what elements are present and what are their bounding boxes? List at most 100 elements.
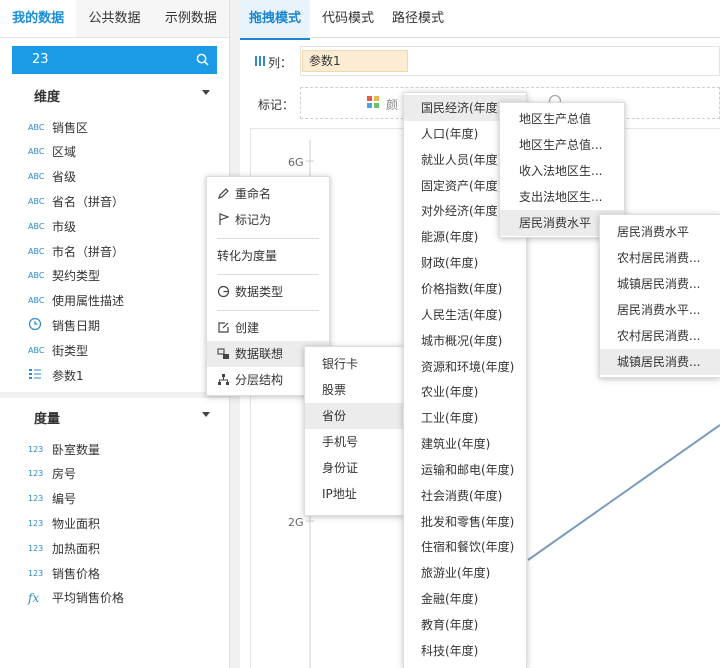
color-mark-label: 颜 — [386, 98, 399, 112]
search-icon[interactable] — [196, 53, 209, 66]
association-menu-item[interactable]: 手机号 — [305, 429, 403, 455]
association-menu-item[interactable]: 省份 — [305, 403, 403, 429]
numeric-type-icon: 123 — [28, 494, 44, 504]
string-type-icon: ABC — [28, 172, 45, 182]
field-item[interactable]: ABC 销售区 — [28, 117, 88, 137]
association-menu-item[interactable]: 身份证 — [305, 455, 403, 481]
field-item[interactable]: 123 加热面积 — [28, 538, 100, 558]
statistics-menu-item[interactable]: 农业(年度) — [404, 379, 526, 405]
string-type-icon: ABC — [28, 122, 45, 132]
tab-public-data[interactable]: 公共数据 — [76, 0, 153, 37]
field-label: 市级 — [52, 219, 77, 234]
numeric-type-icon: 123 — [28, 469, 44, 479]
statistics-menu-item[interactable]: 教育(年度) — [404, 612, 526, 638]
statistics-menu-item[interactable]: 人民生活(年度) — [404, 302, 526, 328]
statistics-menu-item[interactable]: 运输和邮电(年度) — [404, 457, 526, 483]
tab-sample-data[interactable]: 示例数据 — [152, 0, 229, 37]
field-item[interactable]: fx 平均销售价格 — [28, 588, 124, 608]
association-menu-item[interactable]: 股票 — [305, 377, 403, 403]
field-item[interactable]: ABC 市名（拼音） — [28, 241, 124, 261]
field-item[interactable]: ABC 区域 — [28, 142, 76, 162]
menu-mark-as[interactable]: 标记为 — [207, 207, 329, 233]
numeric-type-icon: 123 — [28, 568, 44, 578]
field-item[interactable]: ABC 省级 — [28, 167, 76, 187]
association-menu-item[interactable]: IP地址 — [305, 481, 403, 507]
menu-data-type[interactable]: 数据类型 — [207, 279, 329, 305]
columns-field-chip[interactable]: 参数1 — [302, 50, 408, 72]
statistics-menu-item[interactable]: 批发和零售(年度) — [404, 509, 526, 535]
menu-convert-to-measure[interactable]: 转化为度量 — [207, 243, 329, 269]
economy-menu-item[interactable]: 地区生产总值... — [500, 132, 624, 158]
tab-drag-mode[interactable]: 拖拽模式 — [240, 0, 311, 40]
parameter-type-icon — [29, 369, 41, 379]
statistics-menu-item[interactable]: 财政(年度) — [404, 250, 526, 276]
consumption-menu-item[interactable]: 城镇居民消费... — [600, 349, 720, 375]
field-item[interactable]: 123 房号 — [28, 464, 76, 484]
economy-menu-item[interactable]: 地区生产总值 — [500, 106, 624, 132]
consumption-menu-item[interactable]: 城镇居民消费... — [600, 271, 720, 297]
section-divider — [0, 392, 229, 398]
string-type-icon: ABC — [28, 271, 45, 281]
statistics-menu-item[interactable]: 旅游业(年度) — [404, 560, 526, 586]
numeric-type-icon: 123 — [28, 518, 44, 528]
statistics-menu-item[interactable]: 价格指数(年度) — [404, 276, 526, 302]
field-label: 平均销售价格 — [52, 591, 125, 606]
consumption-menu-item[interactable]: 农村居民消费... — [600, 245, 720, 271]
data-source-tabs: 我的数据 公共数据 示例数据 — [0, 0, 229, 38]
statistics-menu-item[interactable]: 社会消费(年度) — [404, 483, 526, 509]
field-label: 街类型 — [52, 343, 89, 358]
statistics-menu-item[interactable]: 资源和环境(年度) — [404, 354, 526, 380]
field-label: 销售区 — [52, 120, 89, 135]
menu-separator — [217, 310, 319, 311]
statistics-menu-item[interactable]: 建筑业(年度) — [404, 431, 526, 457]
tab-my-data[interactable]: 我的数据 — [0, 0, 77, 37]
field-label: 省名（拼音） — [52, 194, 125, 209]
dimension-collapse-icon[interactable] — [202, 90, 210, 95]
field-item[interactable]: 123 销售价格 — [28, 563, 100, 583]
numeric-type-icon: 123 — [28, 444, 44, 454]
field-item[interactable]: ABC 街类型 — [28, 340, 88, 360]
field-label: 房号 — [52, 467, 77, 482]
string-type-icon: ABC — [28, 246, 45, 256]
field-item[interactable]: 123 物业面积 — [28, 513, 100, 533]
field-label: 省级 — [52, 170, 77, 185]
field-label: 物业面积 — [52, 516, 101, 531]
field-label: 参数1 — [52, 368, 84, 383]
menu-separator — [217, 274, 319, 275]
field-item[interactable]: 123 编号 — [28, 489, 76, 509]
color-icon[interactable] — [367, 96, 379, 108]
flag-icon — [219, 213, 230, 225]
consumption-menu-item[interactable]: 农村居民消费... — [600, 323, 720, 349]
field-item[interactable]: 123 卧室数量 — [28, 439, 100, 459]
field-label: 区域 — [52, 145, 77, 160]
statistics-menu-item[interactable]: 金融(年度) — [404, 586, 526, 612]
menu-create[interactable]: 创建 — [207, 315, 329, 341]
statistics-menu-item[interactable]: 城市概况(年度) — [404, 328, 526, 354]
statistics-menu-item[interactable]: 工业(年度) — [404, 405, 526, 431]
field-item[interactable]: 参数1 — [28, 365, 84, 385]
data-type-icon — [217, 285, 230, 298]
association-menu-item[interactable]: 银行卡 — [305, 351, 403, 377]
field-label: 市名（拼音） — [52, 244, 125, 259]
string-type-icon: ABC — [28, 221, 45, 231]
string-type-icon: ABC — [28, 196, 45, 206]
data-association-submenu: 银行卡 股票 省份 手机号 身份证 IP地址 — [304, 346, 404, 516]
field-item[interactable]: ABC 省名（拼音） — [28, 191, 124, 211]
economy-menu-item[interactable]: 收入法地区生... — [500, 158, 624, 184]
consumption-menu-item[interactable]: 居民消费水平 — [600, 219, 720, 245]
statistics-menu-item[interactable]: 住宿和餐饮(年度) — [404, 534, 526, 560]
measure-collapse-icon[interactable] — [202, 412, 210, 417]
field-item[interactable]: ABC 市级 — [28, 216, 76, 236]
menu-rename[interactable]: 重命名 — [207, 181, 329, 207]
string-type-icon: ABC — [28, 296, 45, 306]
field-item[interactable]: 销售日期 — [28, 315, 100, 335]
economy-menu-item[interactable]: 支出法地区生... — [500, 184, 624, 210]
statistics-menu-item[interactable]: 科技(年度) — [404, 638, 526, 664]
tab-path-mode[interactable]: 路径模式 — [392, 0, 444, 38]
field-item[interactable]: ABC 使用属性描述 — [28, 291, 124, 311]
field-item[interactable]: ABC 契约类型 — [28, 266, 100, 286]
dimension-header: 维度 — [34, 90, 61, 105]
field-search-input[interactable]: 23 — [12, 46, 217, 74]
consumption-menu-item[interactable]: 居民消费水平... — [600, 297, 720, 323]
tab-code-mode[interactable]: 代码模式 — [322, 0, 374, 38]
